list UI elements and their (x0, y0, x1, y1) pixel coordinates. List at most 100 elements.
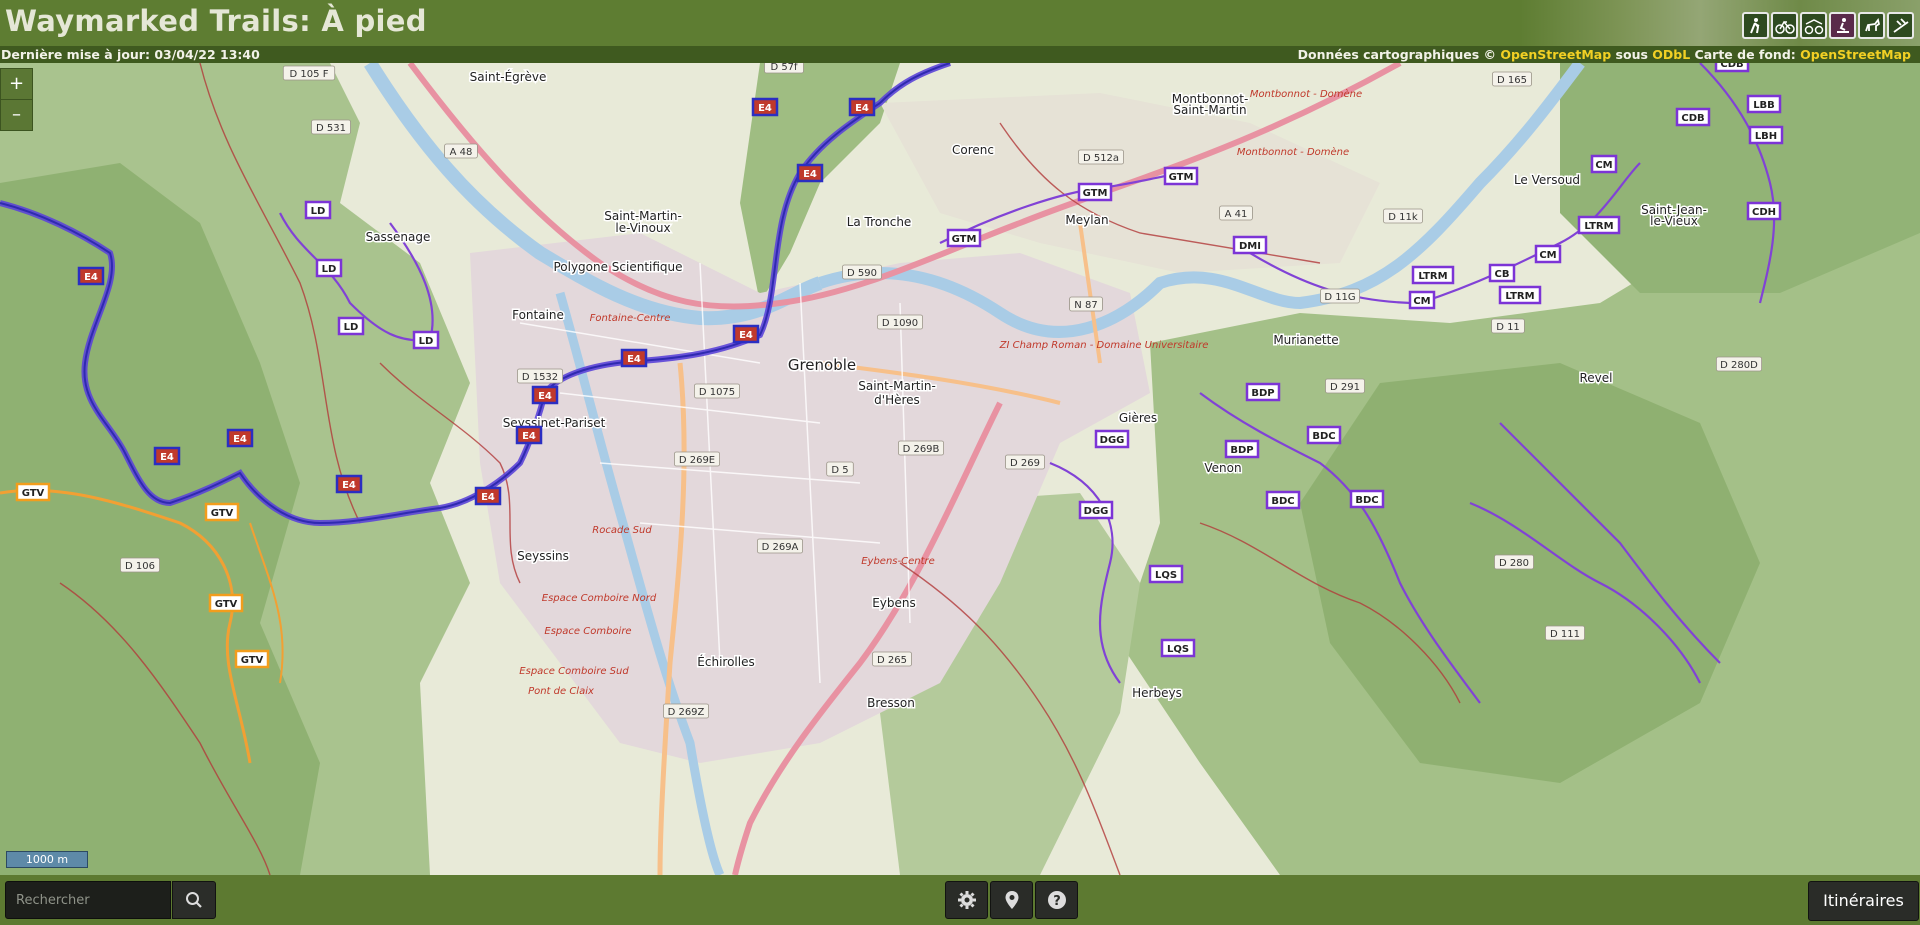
route-shield[interactable]: LQS (1160, 638, 1196, 658)
route-shield[interactable]: BDP (1245, 382, 1281, 402)
route-shield[interactable]: E4 (515, 425, 543, 445)
place-label: Venon (1204, 461, 1241, 475)
route-shield[interactable]: LBH (1748, 125, 1784, 145)
route-shield[interactable]: GTV (204, 502, 240, 522)
route-shield[interactable]: LTRM (1498, 285, 1542, 305)
route-shield[interactable]: GTM (946, 228, 982, 248)
route-shield[interactable]: E4 (226, 428, 254, 448)
route-shield[interactable]: E4 (732, 324, 760, 344)
cycling-icon[interactable] (1771, 12, 1798, 39)
attribution-sous: sous (1611, 47, 1653, 62)
place-label: Eybens (872, 596, 916, 610)
route-shield[interactable]: CM (1408, 290, 1436, 310)
route-shield[interactable]: GTV (15, 482, 51, 502)
odbl-link[interactable]: ODbL (1652, 47, 1690, 62)
svg-text:DGG: DGG (1100, 435, 1125, 446)
zoom-out-button[interactable]: – (1, 99, 32, 130)
svg-text:LBH: LBH (1755, 131, 1777, 142)
skating-icon[interactable] (1829, 12, 1856, 39)
route-shield[interactable]: DGG (1078, 500, 1114, 520)
svg-text:D 11: D 11 (1496, 322, 1520, 333)
route-shield[interactable]: CM (1534, 244, 1562, 264)
route-shield[interactable]: GTM (1077, 182, 1113, 202)
svg-text:BDP: BDP (1251, 388, 1274, 399)
place-label: Gières (1119, 411, 1157, 425)
place-label: Grenoble (788, 356, 856, 374)
slopes-icon[interactable] (1887, 12, 1914, 39)
hiking-icon[interactable] (1742, 12, 1769, 39)
road-label: A 41 (1219, 205, 1253, 221)
mtb-icon[interactable] (1800, 12, 1827, 39)
svg-text:D 269Z: D 269Z (668, 707, 705, 718)
route-shield[interactable]: E4 (848, 97, 876, 117)
svg-text:GTM: GTM (1169, 172, 1194, 183)
route-shield[interactable]: BDC (1349, 489, 1385, 509)
route-shield[interactable]: BDP (1224, 439, 1260, 459)
search-button[interactable] (172, 881, 216, 919)
route-shield[interactable]: E4 (751, 97, 779, 117)
route-shield[interactable]: BDC (1306, 425, 1342, 445)
svg-text:D 269: D 269 (1010, 458, 1040, 469)
svg-text:LD: LD (322, 264, 337, 275)
route-shield[interactable]: LQS (1148, 564, 1184, 584)
route-shield[interactable]: GTV (208, 593, 244, 613)
location-button[interactable] (990, 881, 1033, 919)
route-shield[interactable]: E4 (474, 486, 502, 506)
help-button[interactable]: ? (1035, 881, 1078, 919)
route-shield[interactable]: LTRM (1577, 215, 1621, 235)
svg-text:CDB: CDB (1720, 63, 1743, 70)
routes-button[interactable]: Itinéraires (1808, 881, 1919, 921)
zoom-in-button[interactable]: + (1, 69, 32, 99)
place-label-transit: Montbonnot - Domène (1250, 88, 1362, 100)
route-shield[interactable]: DGG (1094, 429, 1130, 449)
route-shield[interactable]: E4 (153, 446, 181, 466)
svg-text:CDH: CDH (1752, 207, 1776, 218)
road-label: D 11k (1383, 208, 1423, 224)
route-shield[interactable]: LBB (1746, 94, 1782, 114)
svg-text:DMI: DMI (1239, 241, 1261, 252)
place-label: Murianette (1273, 333, 1338, 347)
osm-basemap-link[interactable]: OpenStreetMap (1800, 47, 1911, 62)
route-shield[interactable]: GTV (234, 649, 270, 669)
osm-link[interactable]: OpenStreetMap (1500, 47, 1611, 62)
place-label: Échirolles (697, 654, 754, 669)
route-shield[interactable]: GTM (1163, 166, 1199, 186)
route-shield[interactable]: CM (1590, 154, 1618, 174)
page-title[interactable]: Waymarked Trails: À pied (5, 4, 427, 38)
route-shield[interactable]: E4 (531, 385, 559, 405)
route-shield[interactable]: LD (315, 258, 343, 278)
route-shield[interactable]: LTRM (1411, 265, 1455, 285)
route-shield[interactable]: CDB (1714, 63, 1750, 73)
road-label: D 531 (311, 119, 351, 135)
route-shield[interactable]: LD (337, 316, 365, 336)
zoom-control: + – (0, 68, 33, 131)
route-shield[interactable]: LD (304, 200, 332, 220)
route-shield[interactable]: DMI (1232, 235, 1268, 255)
map-canvas[interactable]: D 105 F D 531 A 48 D 1532 D 1075 D 269E D 5 D 2… (0, 63, 1920, 875)
riding-icon[interactable] (1858, 12, 1885, 39)
settings-button[interactable] (945, 881, 988, 919)
route-shield[interactable]: E4 (620, 348, 648, 368)
route-shield[interactable]: LD (412, 330, 440, 350)
place-label-transit: Rocade Sud (592, 525, 652, 536)
attribution-base: Carte de fond: (1690, 47, 1801, 62)
road-label: A 48 (444, 143, 478, 159)
route-shield[interactable]: CDH (1746, 201, 1782, 221)
search-input[interactable] (6, 882, 176, 918)
road-label: D 1090 (877, 314, 924, 330)
route-shield[interactable]: CDB (1675, 107, 1711, 127)
route-shield[interactable]: E4 (796, 163, 824, 183)
route-shield[interactable]: E4 (77, 266, 105, 286)
place-label: Saint-Égrève (470, 69, 547, 84)
svg-text:E4: E4 (627, 354, 641, 365)
route-shield[interactable]: BDC (1265, 490, 1301, 510)
svg-text:CDB: CDB (1681, 113, 1704, 124)
road-label: D 57f (764, 63, 804, 74)
svg-text:CB: CB (1495, 269, 1510, 280)
svg-text:E4: E4 (758, 103, 772, 114)
route-shield[interactable]: E4 (335, 474, 363, 494)
map-overlay-layer: D 105 F D 531 A 48 D 1532 D 1075 D 269E D 5 D 2… (15, 63, 1784, 719)
route-shield[interactable]: CB (1488, 263, 1516, 283)
place-label-transit: Espace Comboire (544, 626, 631, 637)
svg-text:LD: LD (419, 336, 434, 347)
